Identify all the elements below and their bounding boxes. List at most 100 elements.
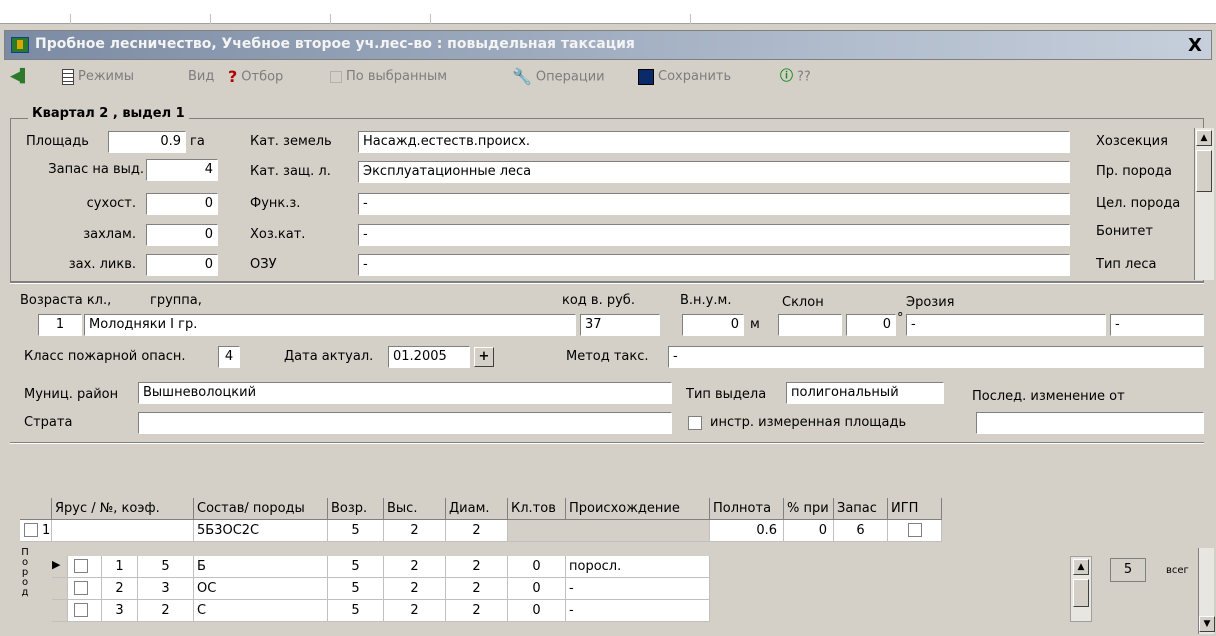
group-title: Квартал 2 , выдел 1 bbox=[28, 104, 189, 124]
save-button[interactable]: Сохранить bbox=[638, 66, 731, 88]
species-row-select[interactable] bbox=[68, 600, 102, 622]
row-indicator bbox=[52, 600, 68, 622]
munic-field[interactable]: Вышневолоцкий bbox=[138, 382, 672, 404]
prot-cat-field[interactable]: Эксплуатационные леса bbox=[358, 161, 1070, 183]
row-checkbox[interactable] bbox=[74, 581, 88, 595]
wrench-icon: 🔧 bbox=[512, 67, 532, 86]
right-label-bonitet: Бонитет bbox=[1096, 224, 1153, 239]
eco-cat-field[interactable]: - bbox=[358, 224, 1070, 246]
altitude-unit: м bbox=[750, 317, 760, 332]
code-field[interactable]: 37 bbox=[580, 314, 660, 336]
by-selected-button[interactable]: По выбранным bbox=[330, 66, 447, 88]
litter-field[interactable]: 0 bbox=[146, 224, 218, 246]
species-cell-kl[interactable]: 0 bbox=[508, 578, 566, 600]
tier-percent[interactable]: 0 bbox=[784, 520, 834, 542]
tier-cell-blank[interactable] bbox=[52, 520, 194, 542]
species-scrollbar[interactable]: ▲ bbox=[1070, 556, 1092, 622]
species-cell-h[interactable]: 2 bbox=[384, 556, 446, 578]
slope-degree-field[interactable]: 0 bbox=[846, 314, 896, 336]
scroll-thumb[interactable] bbox=[1073, 579, 1089, 607]
help-button[interactable]: ⓘ?? bbox=[780, 66, 811, 88]
func-field[interactable]: - bbox=[358, 193, 1070, 215]
scroll-up-icon[interactable]: ▲ bbox=[1196, 130, 1212, 146]
scroll-down-icon[interactable]: ▼ bbox=[1199, 616, 1215, 632]
grid-header-diameter: Диам. bbox=[446, 498, 508, 520]
species-side-label: П о р о д bbox=[14, 548, 36, 636]
species-cell-kl[interactable]: 0 bbox=[508, 600, 566, 622]
area-field[interactable]: 0.9 bbox=[108, 131, 186, 153]
tier-density[interactable]: 0.6 bbox=[710, 520, 784, 542]
munic-label: Муниц. район bbox=[24, 387, 119, 402]
species-cell-d[interactable]: 2 bbox=[446, 578, 508, 600]
outer-scrollbar[interactable]: ▼ bbox=[1198, 548, 1215, 634]
land-cat-field[interactable]: Насажд.естеств.происх. bbox=[358, 131, 1070, 153]
method-field[interactable]: - bbox=[668, 346, 1204, 368]
species-row-select[interactable] bbox=[68, 556, 102, 578]
species-cell-sp[interactable]: Б bbox=[194, 556, 328, 578]
view-button[interactable]: Вид bbox=[188, 66, 214, 88]
divider bbox=[70, 14, 71, 24]
close-button[interactable]: X bbox=[1183, 35, 1207, 57]
species-cell-age[interactable]: 5 bbox=[328, 556, 384, 578]
last-change-field[interactable] bbox=[976, 412, 1204, 434]
species-cell-k[interactable]: 5 bbox=[138, 556, 194, 578]
row-indicator bbox=[52, 578, 68, 600]
litter-liquid-field[interactable]: 0 bbox=[146, 254, 218, 276]
group-label: группа, bbox=[150, 293, 202, 308]
species-cell-kl[interactable]: 0 bbox=[508, 556, 566, 578]
age-class-field[interactable]: 1 bbox=[38, 314, 82, 336]
stock-field[interactable]: 4 bbox=[146, 159, 218, 181]
tier-age[interactable]: 5 bbox=[328, 520, 384, 542]
erosion-field-2[interactable]: - bbox=[1110, 314, 1204, 336]
species-row-select[interactable] bbox=[68, 578, 102, 600]
fire-class-label: Класс пожарной опасн. bbox=[24, 349, 186, 364]
species-cell-h[interactable]: 2 bbox=[384, 578, 446, 600]
species-cell-orig[interactable]: поросл. bbox=[566, 556, 710, 578]
species-cell-orig[interactable]: - bbox=[566, 600, 710, 622]
back-icon[interactable]: ◀▌ bbox=[10, 66, 30, 88]
fire-class-field[interactable]: 4 bbox=[218, 346, 240, 368]
date-picker-button[interactable]: + bbox=[474, 347, 494, 367]
tier-height[interactable]: 2 bbox=[384, 520, 446, 542]
tier-stock[interactable]: 6 bbox=[834, 520, 888, 542]
species-cell-n[interactable]: 2 bbox=[102, 578, 138, 600]
slope-field[interactable] bbox=[778, 314, 842, 336]
species-cell-d[interactable]: 2 bbox=[446, 556, 508, 578]
right-scrollbar[interactable]: ▲ bbox=[1194, 128, 1214, 280]
func-label: Функ.з. bbox=[250, 196, 301, 211]
species-cell-d[interactable]: 2 bbox=[446, 600, 508, 622]
filter-button[interactable]: ? Отбор bbox=[228, 66, 283, 88]
plot-type-label: Тип выдела bbox=[686, 387, 767, 402]
operations-button[interactable]: 🔧 Операции bbox=[512, 66, 605, 88]
altitude-field[interactable]: 0 bbox=[682, 314, 744, 336]
species-cell-h[interactable]: 2 bbox=[384, 600, 446, 622]
scroll-up-icon[interactable]: ▲ bbox=[1073, 559, 1089, 575]
species-cell-k[interactable]: 3 bbox=[138, 578, 194, 600]
species-cell-k[interactable]: 2 bbox=[138, 600, 194, 622]
species-cell-sp[interactable]: ОС bbox=[194, 578, 328, 600]
species-cell-age[interactable]: 5 bbox=[328, 600, 384, 622]
species-cell-n[interactable]: 3 bbox=[102, 600, 138, 622]
row-checkbox[interactable] bbox=[74, 603, 88, 617]
tier-diameter[interactable]: 2 bbox=[446, 520, 508, 542]
date-field[interactable]: 01.2005 bbox=[388, 346, 470, 368]
ozu-field[interactable]: - bbox=[358, 254, 1070, 276]
tier-composition[interactable]: 5Б3ОС2С bbox=[194, 520, 328, 542]
species-cell-orig[interactable]: - bbox=[566, 578, 710, 600]
instr-area-checkbox[interactable] bbox=[688, 416, 702, 430]
species-cell-age[interactable]: 5 bbox=[328, 578, 384, 600]
group-field[interactable]: Молодняки I гр. bbox=[84, 314, 576, 336]
prot-cat-label: Кат. защ. л. bbox=[250, 164, 331, 179]
dry-field[interactable]: 0 bbox=[146, 193, 218, 215]
row-checkbox[interactable] bbox=[74, 559, 88, 573]
scroll-thumb[interactable] bbox=[1196, 150, 1212, 192]
modes-button[interactable]: Режимы bbox=[62, 66, 134, 88]
strata-field[interactable] bbox=[138, 412, 672, 434]
plot-type-field[interactable]: полигональный bbox=[786, 382, 944, 404]
erosion-field[interactable]: - bbox=[906, 314, 1106, 336]
igp-checkbox[interactable] bbox=[908, 523, 922, 537]
tier-igp[interactable] bbox=[888, 520, 942, 542]
species-cell-sp[interactable]: С bbox=[194, 600, 328, 622]
litter-liquid-label: зах. ликв. bbox=[68, 257, 136, 272]
species-cell-n[interactable]: 1 bbox=[102, 556, 138, 578]
